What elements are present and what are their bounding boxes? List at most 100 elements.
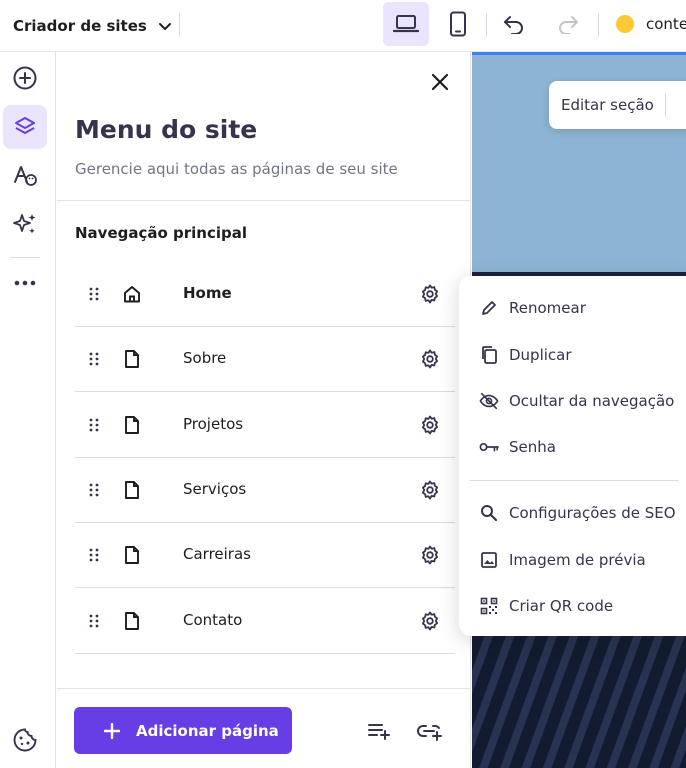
section-highlight (472, 52, 686, 55)
page-settings-button[interactable] (418, 413, 442, 437)
divider (10, 257, 40, 258)
page-label: Serviços (183, 480, 247, 498)
page-icon (125, 481, 139, 499)
qr-code-icon (479, 596, 499, 616)
status-dot (616, 15, 634, 33)
drag-handle-icon[interactable] (87, 547, 101, 563)
site-builder-dropdown[interactable]: Criador de sites (0, 0, 173, 51)
mobile-view-button[interactable] (435, 2, 481, 46)
edit-section-label: Editar seção (561, 96, 654, 114)
styles-icon (14, 166, 37, 186)
menu-item-label: Imagem de prévia (509, 551, 646, 569)
page-label: Projetos (183, 415, 244, 433)
menu-item-label: Renomear (509, 299, 586, 317)
panel-subtitle: Gerencie aqui todas as páginas de seu si… (75, 160, 398, 178)
undo-icon (504, 16, 523, 34)
duplicate-icon (479, 345, 499, 365)
divider (598, 13, 599, 37)
drag-handle-icon[interactable] (87, 613, 101, 629)
add-link-button[interactable] (417, 718, 443, 744)
more-icon (14, 280, 36, 286)
top-bar: Criador de sites conte (0, 0, 686, 52)
page-row-servicos[interactable]: Serviços (75, 458, 455, 523)
drag-handle-icon[interactable] (87, 417, 101, 433)
drag-handle-icon[interactable] (87, 482, 101, 498)
add-element-button[interactable] (3, 56, 47, 100)
drag-handle-icon[interactable] (87, 351, 101, 367)
page-label: Home (183, 284, 232, 302)
add-page-button[interactable]: Adicionar página (74, 707, 292, 754)
eye-off-icon (479, 391, 499, 411)
menu-item-label: Configurações de SEO (509, 504, 676, 522)
gear-icon (422, 480, 438, 500)
menu-item-label: Duplicar (509, 346, 572, 364)
menu-item-label: Senha (509, 438, 556, 456)
redo-button[interactable] (545, 2, 591, 46)
page-row-contato[interactable]: Contato (75, 589, 455, 654)
divider (665, 93, 666, 117)
mobile-icon (450, 11, 466, 37)
add-page-label: Adicionar página (136, 721, 279, 740)
page-settings-button[interactable] (418, 478, 442, 502)
page-settings-button[interactable] (418, 282, 442, 306)
plus-icon (104, 722, 120, 739)
menu-item-rename[interactable]: Renomear (459, 288, 686, 328)
gear-icon (422, 611, 438, 631)
key-icon (479, 437, 499, 457)
page-label: Carreiras (183, 545, 251, 563)
domain-link[interactable]: conte (646, 15, 686, 33)
divider (179, 13, 180, 37)
add-dropdown-button[interactable] (366, 718, 392, 744)
home-icon (124, 286, 140, 303)
menu-item-preview-image[interactable]: Imagem de prévia (459, 540, 686, 580)
page-row-carreiras[interactable]: Carreiras (75, 523, 455, 588)
menu-item-password[interactable]: Senha (459, 427, 686, 467)
close-icon (431, 73, 449, 91)
redo-icon (559, 16, 578, 34)
link-add-icon (417, 725, 442, 741)
close-panel-button[interactable] (427, 69, 453, 95)
drag-handle-icon[interactable] (87, 286, 101, 302)
page-row-home[interactable]: Home (75, 262, 455, 327)
menu-item-seo-settings[interactable]: Configurações de SEO (459, 493, 686, 533)
menu-item-label: Ocultar da navegação (509, 392, 675, 410)
page-icon (125, 350, 139, 368)
page-label: Contato (183, 611, 243, 629)
site-menu-button[interactable] (3, 105, 47, 149)
ai-sparkle-icon (13, 214, 36, 234)
styles-button[interactable] (3, 154, 47, 198)
page-row-sobre[interactable]: Sobre (75, 327, 455, 392)
page-settings-button[interactable] (418, 609, 442, 633)
page-icon (125, 546, 139, 564)
page-icon (125, 612, 139, 630)
edit-section-button[interactable]: Editar seção (549, 81, 686, 129)
desktop-view-button[interactable] (383, 2, 429, 46)
chevron-down-icon (158, 22, 171, 30)
site-builder-label: Criador de sites (13, 16, 147, 35)
more-button[interactable] (3, 261, 47, 305)
gear-icon (422, 284, 438, 304)
page-row-projetos[interactable]: Projetos (75, 393, 455, 458)
pencil-icon (479, 298, 499, 318)
panel-title: Menu do site (75, 115, 258, 144)
cookie-icon (13, 728, 37, 752)
page-settings-button[interactable] (418, 347, 442, 371)
gear-icon (422, 349, 438, 369)
menu-item-create-qr-code[interactable]: Criar QR code (459, 586, 686, 626)
page-settings-button[interactable] (418, 543, 442, 567)
menu-item-duplicate[interactable]: Duplicar (459, 335, 686, 375)
ai-tools-button[interactable] (3, 202, 47, 246)
cookie-settings-button[interactable] (3, 718, 47, 762)
menu-item-hide-from-navigation[interactable]: Ocultar da navegação (459, 381, 686, 421)
image-icon (479, 550, 499, 570)
gear-icon (422, 415, 438, 435)
laptop-icon (393, 15, 419, 33)
divider (57, 200, 471, 201)
page-label: Sobre (183, 349, 227, 367)
undo-button[interactable] (491, 2, 537, 46)
gear-icon (422, 545, 438, 565)
page-icon (125, 416, 139, 434)
divider (486, 13, 487, 37)
divider (469, 480, 679, 481)
add-icon (13, 66, 37, 90)
